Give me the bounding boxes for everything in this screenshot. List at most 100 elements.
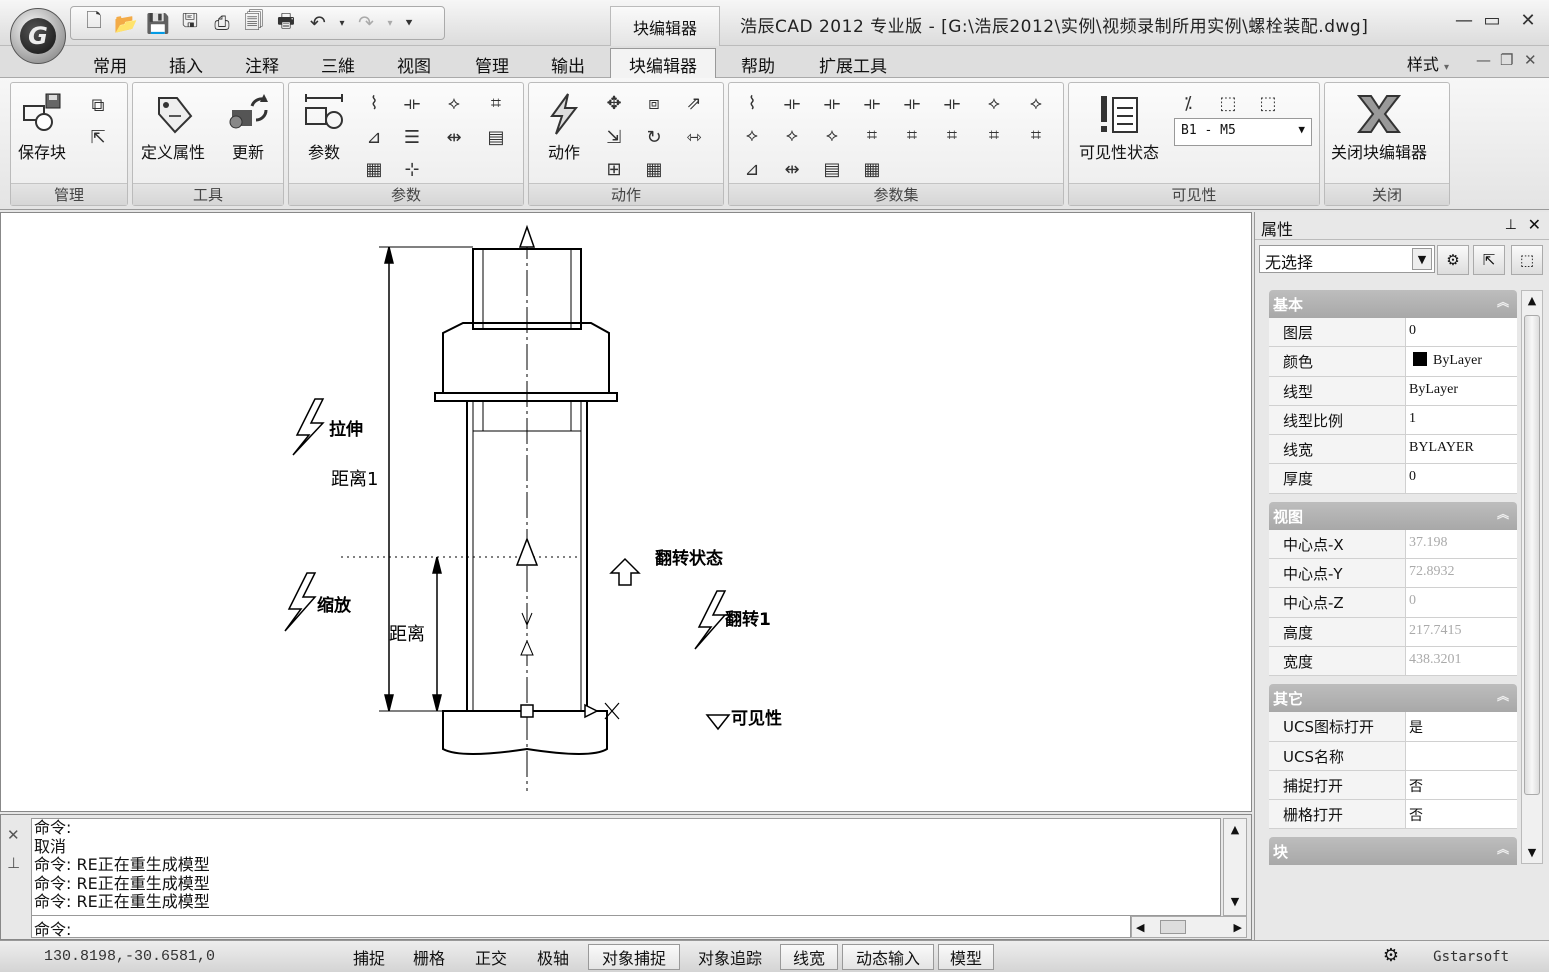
selection-dropdown[interactable]: 无选择 ▼ [1259, 245, 1435, 273]
linear-stretch-set-icon[interactable]: ⟛ [817, 89, 847, 117]
linear-move-set-icon[interactable]: ⟛ [777, 89, 807, 117]
linear-stretch-pair-set-icon[interactable]: ⟛ [937, 89, 967, 117]
grid-toggle[interactable]: 栅格 [404, 944, 454, 970]
visibility-param-icon[interactable]: ▤ [481, 123, 511, 151]
tab-annotate[interactable]: 注释 [236, 50, 288, 78]
parameter-button[interactable]: 参数 [299, 89, 349, 163]
save-icon[interactable]: 💾 [145, 11, 171, 35]
action-button[interactable]: 动作 [539, 89, 589, 163]
close-command-icon[interactable]: ✕ [7, 821, 20, 849]
new-file-icon[interactable]: 🗋 [81, 10, 107, 35]
linear-move-pair-set-icon[interactable]: ⟛ [897, 89, 927, 117]
visibility-mode-icon[interactable]: ⁒ [1173, 89, 1203, 117]
publish-icon[interactable]: 🖶 [273, 10, 299, 35]
scroll-up-icon[interactable]: ▲ [1522, 291, 1542, 311]
tab-help[interactable]: 帮助 [730, 50, 786, 78]
prop-row-center-y[interactable]: 中心点-Y 72.8932 [1269, 559, 1517, 589]
visibility-states-button[interactable]: 可见性状态 [1079, 89, 1159, 163]
maximize-icon[interactable]: ▭ [1480, 10, 1504, 31]
list-param-icon[interactable]: ☰ [397, 123, 427, 151]
tab-extensions[interactable]: 扩展工具 [810, 50, 896, 78]
prop-row-color[interactable]: 颜色 ByLayer [1269, 347, 1517, 377]
print-icon[interactable]: ⎙ [209, 11, 235, 35]
osnap-toggle[interactable]: 对象捕捉 [588, 944, 680, 970]
polar-stretch-pair-set-icon[interactable]: ⟡ [817, 121, 847, 149]
test-block-icon[interactable]: ⇱ [83, 123, 113, 151]
point-param-icon[interactable]: ⌇ [359, 89, 389, 117]
linear-param-icon[interactable]: ⟛ [397, 89, 427, 117]
redo-icon[interactable]: ↷ [353, 11, 379, 35]
customize-qat-icon[interactable]: ⯆ [401, 11, 417, 35]
tab-output[interactable]: 输出 [542, 50, 594, 78]
undo-icon[interactable]: ↶ [305, 11, 331, 35]
prop-row-grid-on[interactable]: 栅格打开否 [1269, 800, 1517, 830]
style-menu[interactable]: 样式 ▾ [1407, 51, 1449, 75]
close-palette-icon[interactable]: ✕ [1528, 215, 1541, 234]
xy-param-icon[interactable]: ⌗ [481, 89, 511, 117]
xy-move-pair-set-icon[interactable]: ⌗ [897, 121, 927, 149]
properties-scrollbar[interactable]: ▲ ▼ [1521, 290, 1543, 864]
scroll-down-icon[interactable]: ▼ [1522, 843, 1542, 863]
rotation-param-icon[interactable]: ⊿ [359, 123, 389, 151]
prop-row-center-x[interactable]: 中心点-X 37.198 [1269, 529, 1517, 560]
polar-stretch-set-icon[interactable]: ⟡ [1021, 89, 1051, 117]
polar-param-icon[interactable]: ⟡ [439, 89, 469, 117]
move-action-icon[interactable]: ✥ [599, 89, 629, 117]
flip-param-icon[interactable]: ⇹ [439, 123, 469, 151]
redo-dropdown-icon[interactable]: ▾ [385, 11, 395, 35]
scroll-right-icon[interactable]: ▶ [1234, 921, 1242, 934]
command-scrollbar[interactable]: ▲ ▼ [1223, 818, 1247, 916]
visibility-set-icon[interactable]: ▤ [817, 155, 847, 183]
polar-stretch-action-icon[interactable]: ⇲ [599, 123, 629, 151]
scroll-down-icon[interactable]: ▼ [1224, 891, 1246, 913]
category-general[interactable]: 基本 ︽ [1269, 290, 1517, 318]
polar-toggle[interactable]: 极轴 [528, 944, 578, 970]
dynamic-input-toggle[interactable]: 动态输入 [842, 944, 934, 970]
save-as-icon[interactable]: 🖫 [177, 10, 203, 35]
rotate-action-icon[interactable]: ↻ [639, 123, 669, 151]
prop-row-height[interactable]: 高度 217.7415 [1269, 617, 1517, 647]
undo-dropdown-icon[interactable]: ▾ [337, 11, 347, 35]
tab-insert[interactable]: 插入 [160, 50, 212, 78]
minimize-icon[interactable]: — [1452, 10, 1476, 31]
model-space-toggle[interactable]: 模型 [938, 944, 994, 970]
pin-command-icon[interactable]: ⊥ [7, 849, 20, 877]
prop-row-center-z[interactable]: 中心点-Z 0 [1269, 588, 1517, 618]
prop-row-linetype[interactable]: 线型 ByLayer [1269, 376, 1517, 406]
polar-move-set-icon[interactable]: ⟡ [979, 89, 1009, 117]
scale-action-icon[interactable]: ⧈ [639, 89, 669, 117]
ortho-toggle[interactable]: 正交 [466, 944, 516, 970]
polar-move-pair-set-icon[interactable]: ⟡ [777, 121, 807, 149]
toggle-pickadd-icon[interactable]: ⚙ [1437, 245, 1469, 275]
otrack-toggle[interactable]: 对象追踪 [684, 944, 776, 970]
pin-icon[interactable]: ⊥ [1505, 217, 1517, 233]
tab-home[interactable]: 常用 [84, 50, 136, 78]
rotation-set-icon[interactable]: ⊿ [737, 155, 767, 183]
prop-row-snap-on[interactable]: 捕捉打开否 [1269, 770, 1517, 801]
doc-restore-icon[interactable]: ❐ [1500, 51, 1513, 69]
scroll-thumb[interactable] [1524, 315, 1540, 795]
doc-close-icon[interactable]: ✕ [1524, 51, 1537, 69]
xy-move-set-icon[interactable]: ⌗ [857, 121, 887, 149]
base-point-param-icon[interactable]: ⊹ [397, 155, 427, 183]
preview-icon[interactable]: 🗐 [241, 10, 267, 35]
lookup-action-icon[interactable]: ▦ [639, 155, 669, 183]
tab-3d[interactable]: 三維 [312, 50, 364, 78]
prop-row-layer[interactable]: 图层 0 [1269, 318, 1517, 348]
polar-array-set-icon[interactable]: ⟡ [737, 121, 767, 149]
flip-action-icon[interactable]: ⇿ [679, 123, 709, 151]
xy-move-box-set-icon[interactable]: ⌗ [937, 121, 967, 149]
drawing-canvas[interactable]: 拉伸 距离1 缩放 距离 翻转状态 翻转1 可见性 [0, 212, 1252, 812]
point-move-set-icon[interactable]: ⌇ [737, 89, 767, 117]
prop-row-ucs-icon-on[interactable]: UCS图标打开是 [1269, 712, 1517, 742]
close-block-editor-button[interactable]: 关闭块编辑器 [1331, 89, 1427, 163]
prop-row-ucs-name[interactable]: UCS名称 [1269, 741, 1517, 771]
lookup-set-icon[interactable]: ▦ [857, 155, 887, 183]
array-action-icon[interactable]: ⊞ [599, 155, 629, 183]
linear-array-set-icon[interactable]: ⟛ [857, 89, 887, 117]
update-button[interactable]: 更新 [223, 89, 273, 163]
prop-row-lineweight[interactable]: 线宽 BYLAYER [1269, 435, 1517, 465]
make-visible-icon[interactable]: ⬚ [1213, 89, 1243, 117]
open-file-icon[interactable]: 📂 [113, 11, 139, 35]
close-icon[interactable]: ✕ [1516, 10, 1540, 31]
